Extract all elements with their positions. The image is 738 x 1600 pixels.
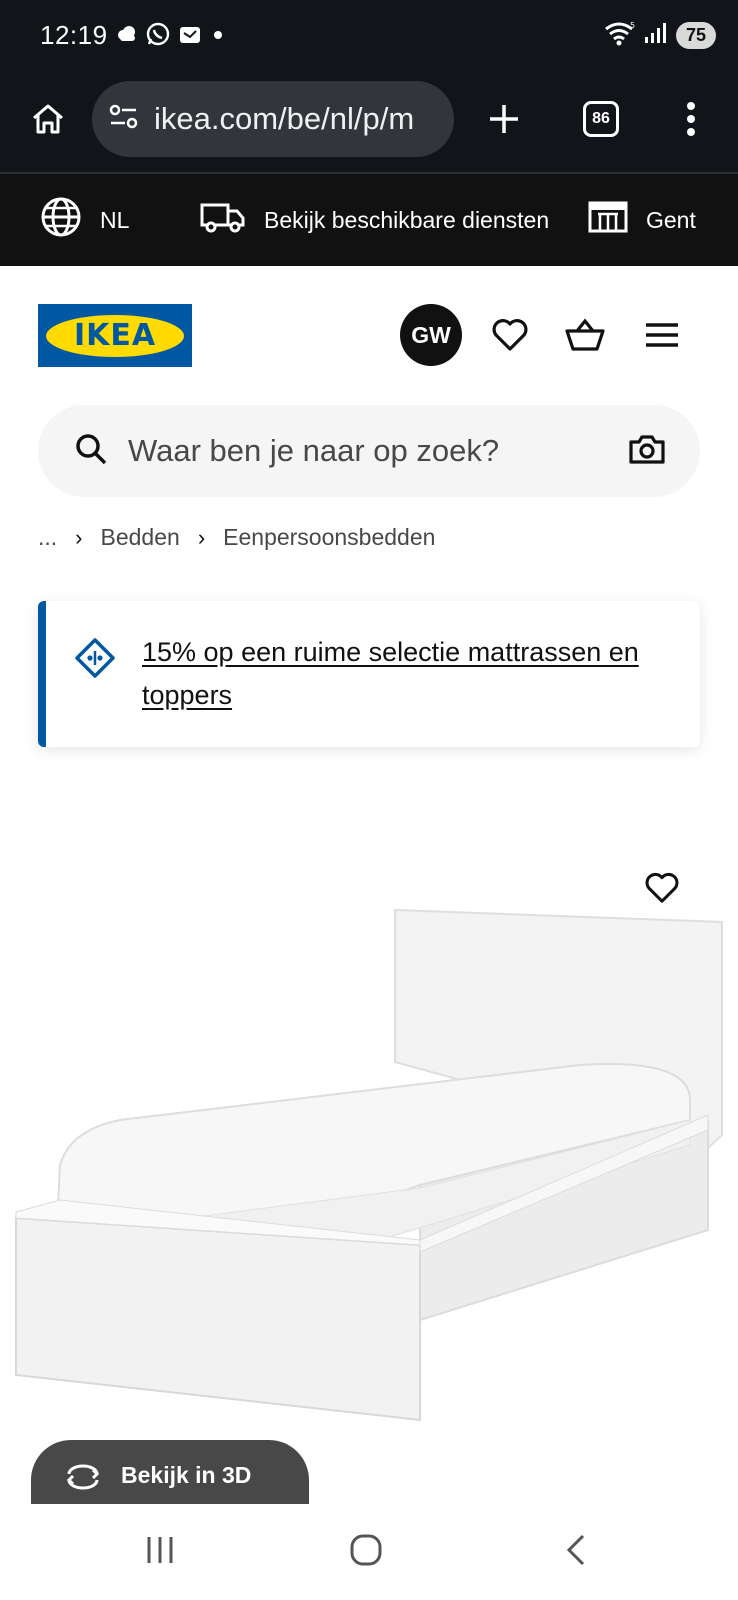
menu-icon[interactable] <box>642 313 682 357</box>
avatar[interactable]: GW <box>400 304 462 366</box>
cloud-icon <box>116 25 138 48</box>
ikea-logo[interactable]: IKEA <box>38 304 192 367</box>
services-link[interactable]: Bekijk beschikbare diensten <box>200 174 549 266</box>
store-icon <box>588 200 628 240</box>
breadcrumb-ellipsis[interactable]: ... <box>38 524 57 551</box>
back-icon[interactable] <box>556 1528 596 1572</box>
favorites-icon[interactable] <box>488 313 532 357</box>
chevron-right-icon: › <box>197 524 206 550</box>
search-bar[interactable]: Waar ben je naar op zoek? <box>38 405 700 497</box>
basket-icon[interactable] <box>562 313 608 357</box>
utility-bar: NL Bekijk beschikbare diensten Gent <box>0 174 738 266</box>
wifi-icon: 5 <box>604 20 636 51</box>
status-bar: 12:19 5 75 <box>0 0 738 72</box>
home-circle-icon[interactable] <box>346 1528 386 1572</box>
more-icon[interactable] <box>676 97 706 141</box>
home-icon[interactable] <box>26 97 70 141</box>
chevron-right-icon: › <box>75 524 83 550</box>
promo-link[interactable]: 15% op een ruime selectie mattrassen en … <box>142 631 682 717</box>
system-icons: 5 75 <box>604 20 716 51</box>
notification-icons <box>116 22 224 51</box>
rotate-3d-icon <box>63 1462 103 1498</box>
tab-switcher-button[interactable]: 86 <box>583 101 619 137</box>
url-text[interactable]: ikea.com/be/nl/p/m <box>154 101 414 137</box>
price-tag-icon <box>74 637 116 684</box>
breadcrumb: ... › Bedden › Eenpersoonsbedden <box>38 524 435 551</box>
whatsapp-icon <box>146 22 170 51</box>
dot-icon <box>212 28 224 46</box>
svg-text:5: 5 <box>630 21 635 30</box>
promo-banner[interactable]: 15% op een ruime selectie mattrassen en … <box>38 601 700 747</box>
app-notification-icon <box>178 23 204 50</box>
address-bar[interactable]: ikea.com/be/nl/p/m <box>92 81 454 157</box>
breadcrumb-item-bedden[interactable]: Bedden <box>101 524 180 551</box>
truck-icon <box>200 199 246 241</box>
search-icon <box>74 432 108 471</box>
search-input[interactable]: Waar ben je naar op zoek? <box>128 433 628 469</box>
globe-icon <box>40 196 82 244</box>
camera-search-icon[interactable] <box>628 433 666 470</box>
store-label: Gent <box>646 206 696 233</box>
browser-toolbar: ikea.com/be/nl/p/m 86 <box>0 72 738 174</box>
view-3d-label: Bekijk in 3D <box>121 1462 252 1488</box>
product-image[interactable] <box>0 800 738 1500</box>
breadcrumb-item-eenpersoonsbedden[interactable]: Eenpersoonsbedden <box>223 524 435 551</box>
recents-icon[interactable] <box>140 1528 180 1572</box>
android-navigation-bar <box>0 1504 738 1600</box>
signal-icon <box>644 21 668 50</box>
site-settings-icon[interactable] <box>108 103 140 136</box>
battery-indicator: 75 <box>675 22 716 49</box>
language-selector[interactable]: NL <box>40 174 129 266</box>
services-label: Bekijk beschikbare diensten <box>264 206 550 233</box>
store-selector[interactable]: Gent <box>588 174 696 266</box>
favorite-product-icon[interactable] <box>636 862 688 914</box>
logo-text: IKEA <box>46 314 184 357</box>
language-label: NL <box>100 206 130 233</box>
status-time: 12:19 <box>40 20 108 50</box>
new-tab-icon[interactable] <box>484 99 524 139</box>
